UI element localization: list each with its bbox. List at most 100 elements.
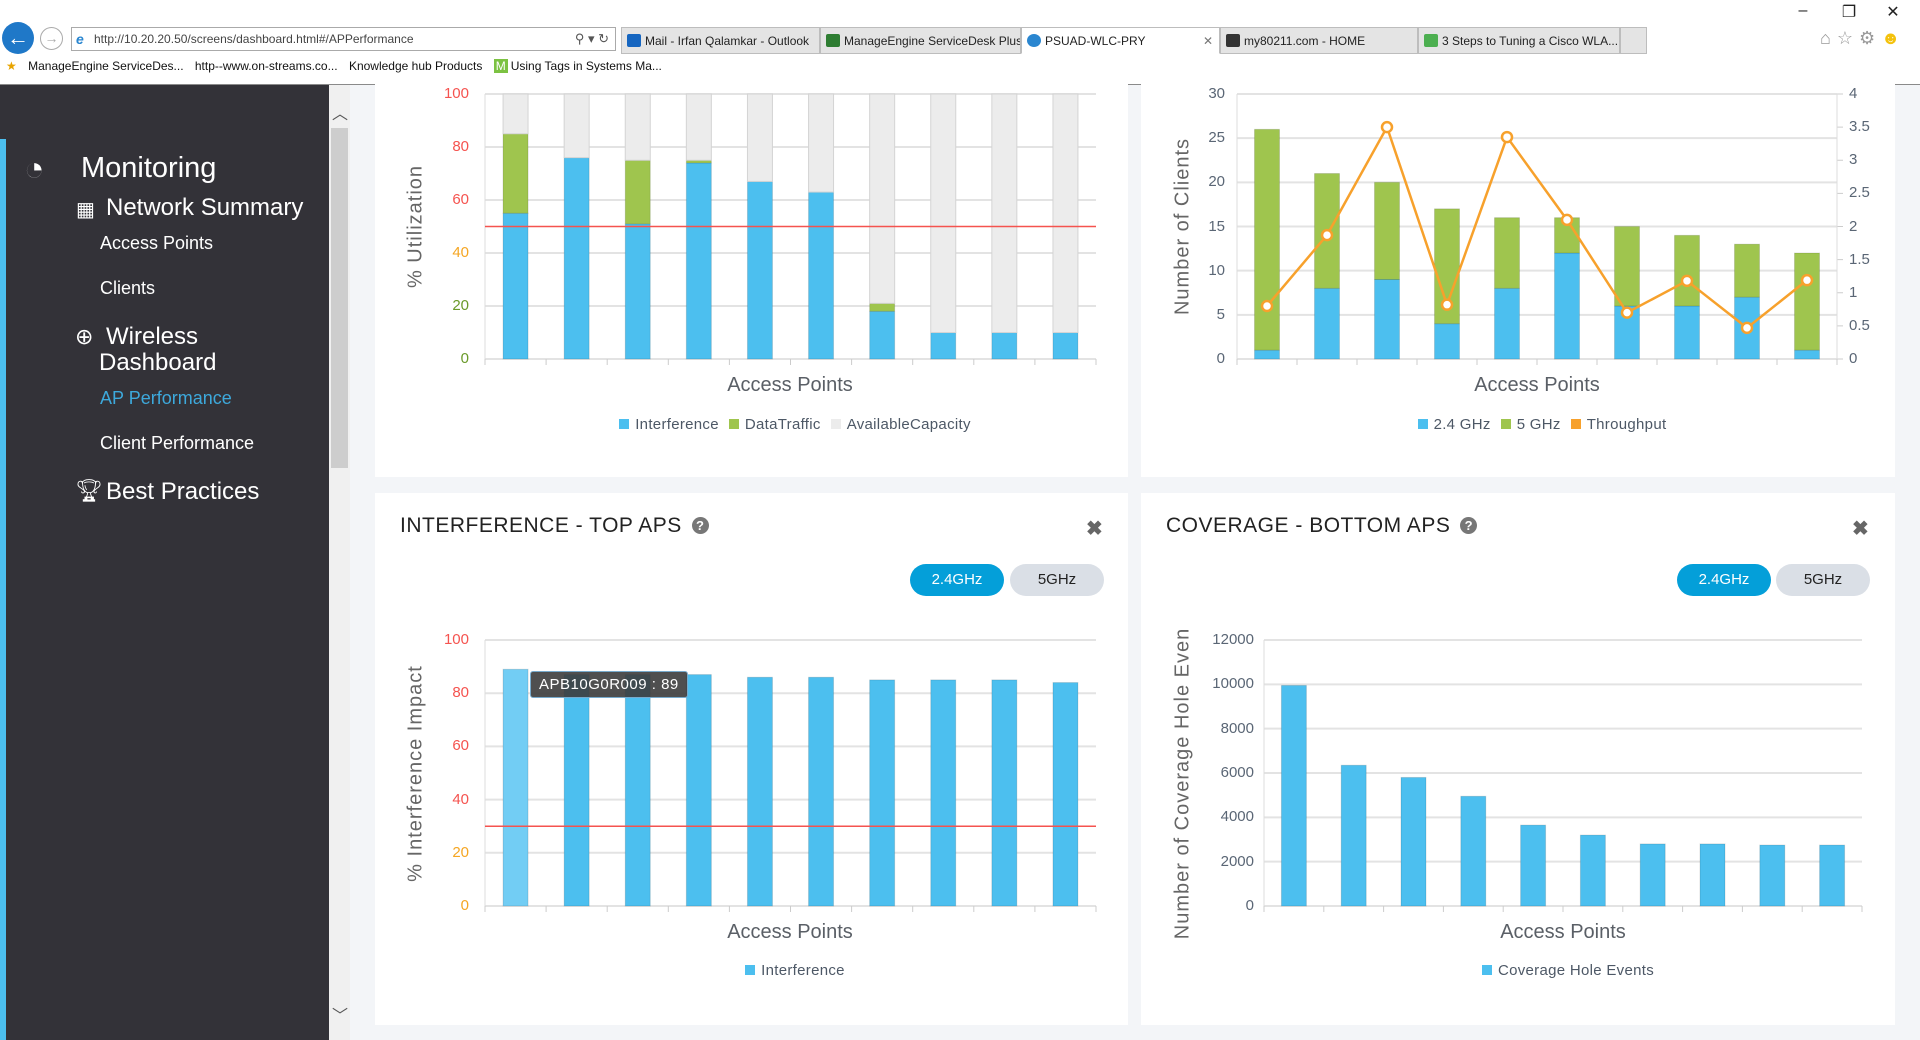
favorite-link[interactable]: Using Tags in Systems Ma... <box>511 59 662 73</box>
close-panel-button[interactable]: ✖ <box>1086 516 1103 541</box>
sidebar-item-wireless[interactable]: Wireless <box>106 323 198 351</box>
y-tick-label: 0 <box>1245 897 1254 914</box>
chart-legend: Coverage Hole Events <box>1263 962 1863 979</box>
close-panel-button[interactable]: ✖ <box>1852 516 1869 541</box>
back-button[interactable]: ← <box>2 22 34 54</box>
band-24ghz-button[interactable]: 2.4GHz <box>910 564 1004 596</box>
sidebar-item-monitoring[interactable]: Monitoring <box>81 152 216 185</box>
y-axis-title: % Interference Impact <box>404 665 427 882</box>
y2-tick-label: 3 <box>1849 151 1858 169</box>
chart-legend: 2.4 GHz 5 GHz Throughput <box>1237 416 1837 433</box>
sidebar-item-ap-performance[interactable]: AP Performance <box>100 388 232 409</box>
sidebar <box>0 85 329 1040</box>
band-5ghz-button[interactable]: 5GHz <box>1010 564 1104 596</box>
favorites-bar: ★ ManageEngine ServiceDes... http--www.o… <box>0 59 670 81</box>
y2-tick-label: 0 <box>1849 350 1858 367</box>
address-text: http://10.20.20.50/screens/dashboard.htm… <box>94 32 414 46</box>
legend-swatch <box>830 419 841 429</box>
y-tick-label: 10000 <box>1212 675 1254 693</box>
scroll-down-icon[interactable]: ﹀ <box>332 1002 348 1026</box>
legend-swatch <box>728 419 739 429</box>
sidebar-item-dashboard[interactable]: Dashboard <box>99 349 216 377</box>
chart-legend: Interference <box>490 962 1090 979</box>
favorite-link[interactable]: http--www.on-streams.co... <box>195 59 338 73</box>
close-tab-icon[interactable]: ✕ <box>1203 34 1213 48</box>
legend-swatch <box>1417 419 1428 429</box>
favorites-star-icon[interactable]: ★ <box>6 59 17 73</box>
tab-my80211[interactable]: my80211.com - HOME <box>1220 27 1418 54</box>
address-bar[interactable]: e http://10.20.20.50/screens/dashboard.h… <box>71 27 616 51</box>
search-refresh-icons[interactable]: ⚲ ▾ ↻ <box>575 31 609 47</box>
x-axis-title: Access Points <box>727 921 853 943</box>
chart-legend: Interference DataTraffic AvailableCapacity <box>490 416 1090 433</box>
trophy-icon: 🏆︎ <box>75 478 103 503</box>
help-icon[interactable]: ? <box>691 517 709 534</box>
x-axis-title: Access Points <box>727 374 853 396</box>
dashboard-gauge-icon: ◔ <box>24 150 45 188</box>
sidebar-item-access-points[interactable]: Access Points <box>100 233 213 254</box>
close-window-button[interactable]: ✕ <box>1878 2 1908 22</box>
legend-item[interactable]: AvailableCapacity <box>847 416 971 433</box>
m-icon: M <box>493 59 508 73</box>
help-icon[interactable]: ? <box>1460 517 1478 534</box>
sidebar-item-client-performance[interactable]: Client Performance <box>100 433 254 454</box>
y-tick-label: 6000 <box>1220 764 1254 781</box>
tab-manageengine[interactable]: ManageEngine ServiceDesk Plus <box>820 27 1021 54</box>
tab-label: my80211.com - HOME <box>1244 34 1366 48</box>
legend-item[interactable]: 5 GHz <box>1517 416 1561 433</box>
tab-cisco-wlan[interactable]: 3 Steps to Tuning a Cisco WLA... <box>1418 27 1620 54</box>
y-tick-label: 12000 <box>1212 631 1254 648</box>
legend-swatch <box>745 965 756 975</box>
legend-item[interactable]: Interference <box>635 416 719 433</box>
tab-label: PSUAD-WLC-PRY <box>1045 34 1146 48</box>
legend-item[interactable]: Throughput <box>1587 416 1667 433</box>
forward-button[interactable]: → <box>40 27 63 50</box>
browser-chrome: – ❐ ✕ ← → e http://10.20.20.50/screens/d… <box>0 0 1920 85</box>
legend-swatch <box>1500 419 1511 429</box>
sidebar-item-best-practices[interactable]: Best Practices <box>106 478 259 506</box>
y-axis-title: Number of Clients <box>1171 137 1194 316</box>
sidebar-active-stripe <box>0 139 6 1040</box>
ie-icon <box>1027 34 1041 47</box>
legend-swatch <box>1481 965 1492 975</box>
tab-label: 3 Steps to Tuning a Cisco WLA... <box>1442 34 1619 48</box>
favorite-link[interactable]: ManageEngine ServiceDes... <box>28 59 183 73</box>
x-axis-title: Access Points <box>1474 374 1600 396</box>
tab-outlook[interactable]: Mail - Irfan Qalamkar - Outlook <box>621 27 820 54</box>
legend-swatch <box>619 419 630 429</box>
y2-tick-label: 1.5 <box>1849 250 1870 268</box>
y2-tick-label: 2.5 <box>1849 184 1870 202</box>
band-24ghz-button[interactable]: 2.4GHz <box>1677 564 1771 596</box>
legend-item[interactable]: Coverage Hole Events <box>1498 962 1654 979</box>
sidebar-item-network-summary[interactable]: Network Summary <box>106 194 303 222</box>
x-axis-title: Access Points <box>1500 921 1626 943</box>
legend-item[interactable]: 2.4 GHz <box>1434 416 1491 433</box>
legend-swatch <box>1570 419 1581 429</box>
tab-label: Mail - Irfan Qalamkar - Outlook <box>645 34 810 48</box>
legend-item[interactable]: DataTraffic <box>745 416 821 433</box>
y2-tick-label: 3.5 <box>1849 118 1870 136</box>
home-favorites-settings-icons[interactable]: ⌂☆⚙☻ <box>1820 28 1906 49</box>
panel-title: INTERFERENCE - TOP APS <box>400 514 682 537</box>
smiley-icon[interactable]: ☻ <box>1881 28 1906 48</box>
scroll-up-icon[interactable]: ︿ <box>332 100 348 124</box>
tab-psuad-wlc[interactable]: PSUAD-WLC-PRY ✕ <box>1021 27 1220 54</box>
grid-icon: ▦ <box>76 199 95 221</box>
ie-icon: e <box>76 31 84 47</box>
site-icon <box>1226 34 1240 47</box>
band-5ghz-button[interactable]: 5GHz <box>1776 564 1870 596</box>
y2-tick-label: 4 <box>1849 85 1858 102</box>
y-axis-title: Number of Coverage Hole Even <box>1171 627 1194 940</box>
legend-item[interactable]: Interference <box>761 962 845 979</box>
y2-tick-label: 0.5 <box>1849 316 1870 334</box>
minimize-button[interactable]: – <box>1788 2 1818 20</box>
sidebar-item-clients[interactable]: Clients <box>100 278 155 299</box>
restore-button[interactable]: ❐ <box>1834 2 1864 22</box>
scrollbar-thumb[interactable] <box>331 128 348 468</box>
y-axis-title: % Utilization <box>404 164 427 289</box>
y-tick-label: 8000 <box>1220 719 1254 737</box>
y-tick-label: 4000 <box>1220 808 1254 826</box>
y-tick-label: 2000 <box>1220 852 1254 870</box>
new-tab-button[interactable] <box>1620 27 1647 54</box>
signal-icon <box>1424 34 1438 47</box>
